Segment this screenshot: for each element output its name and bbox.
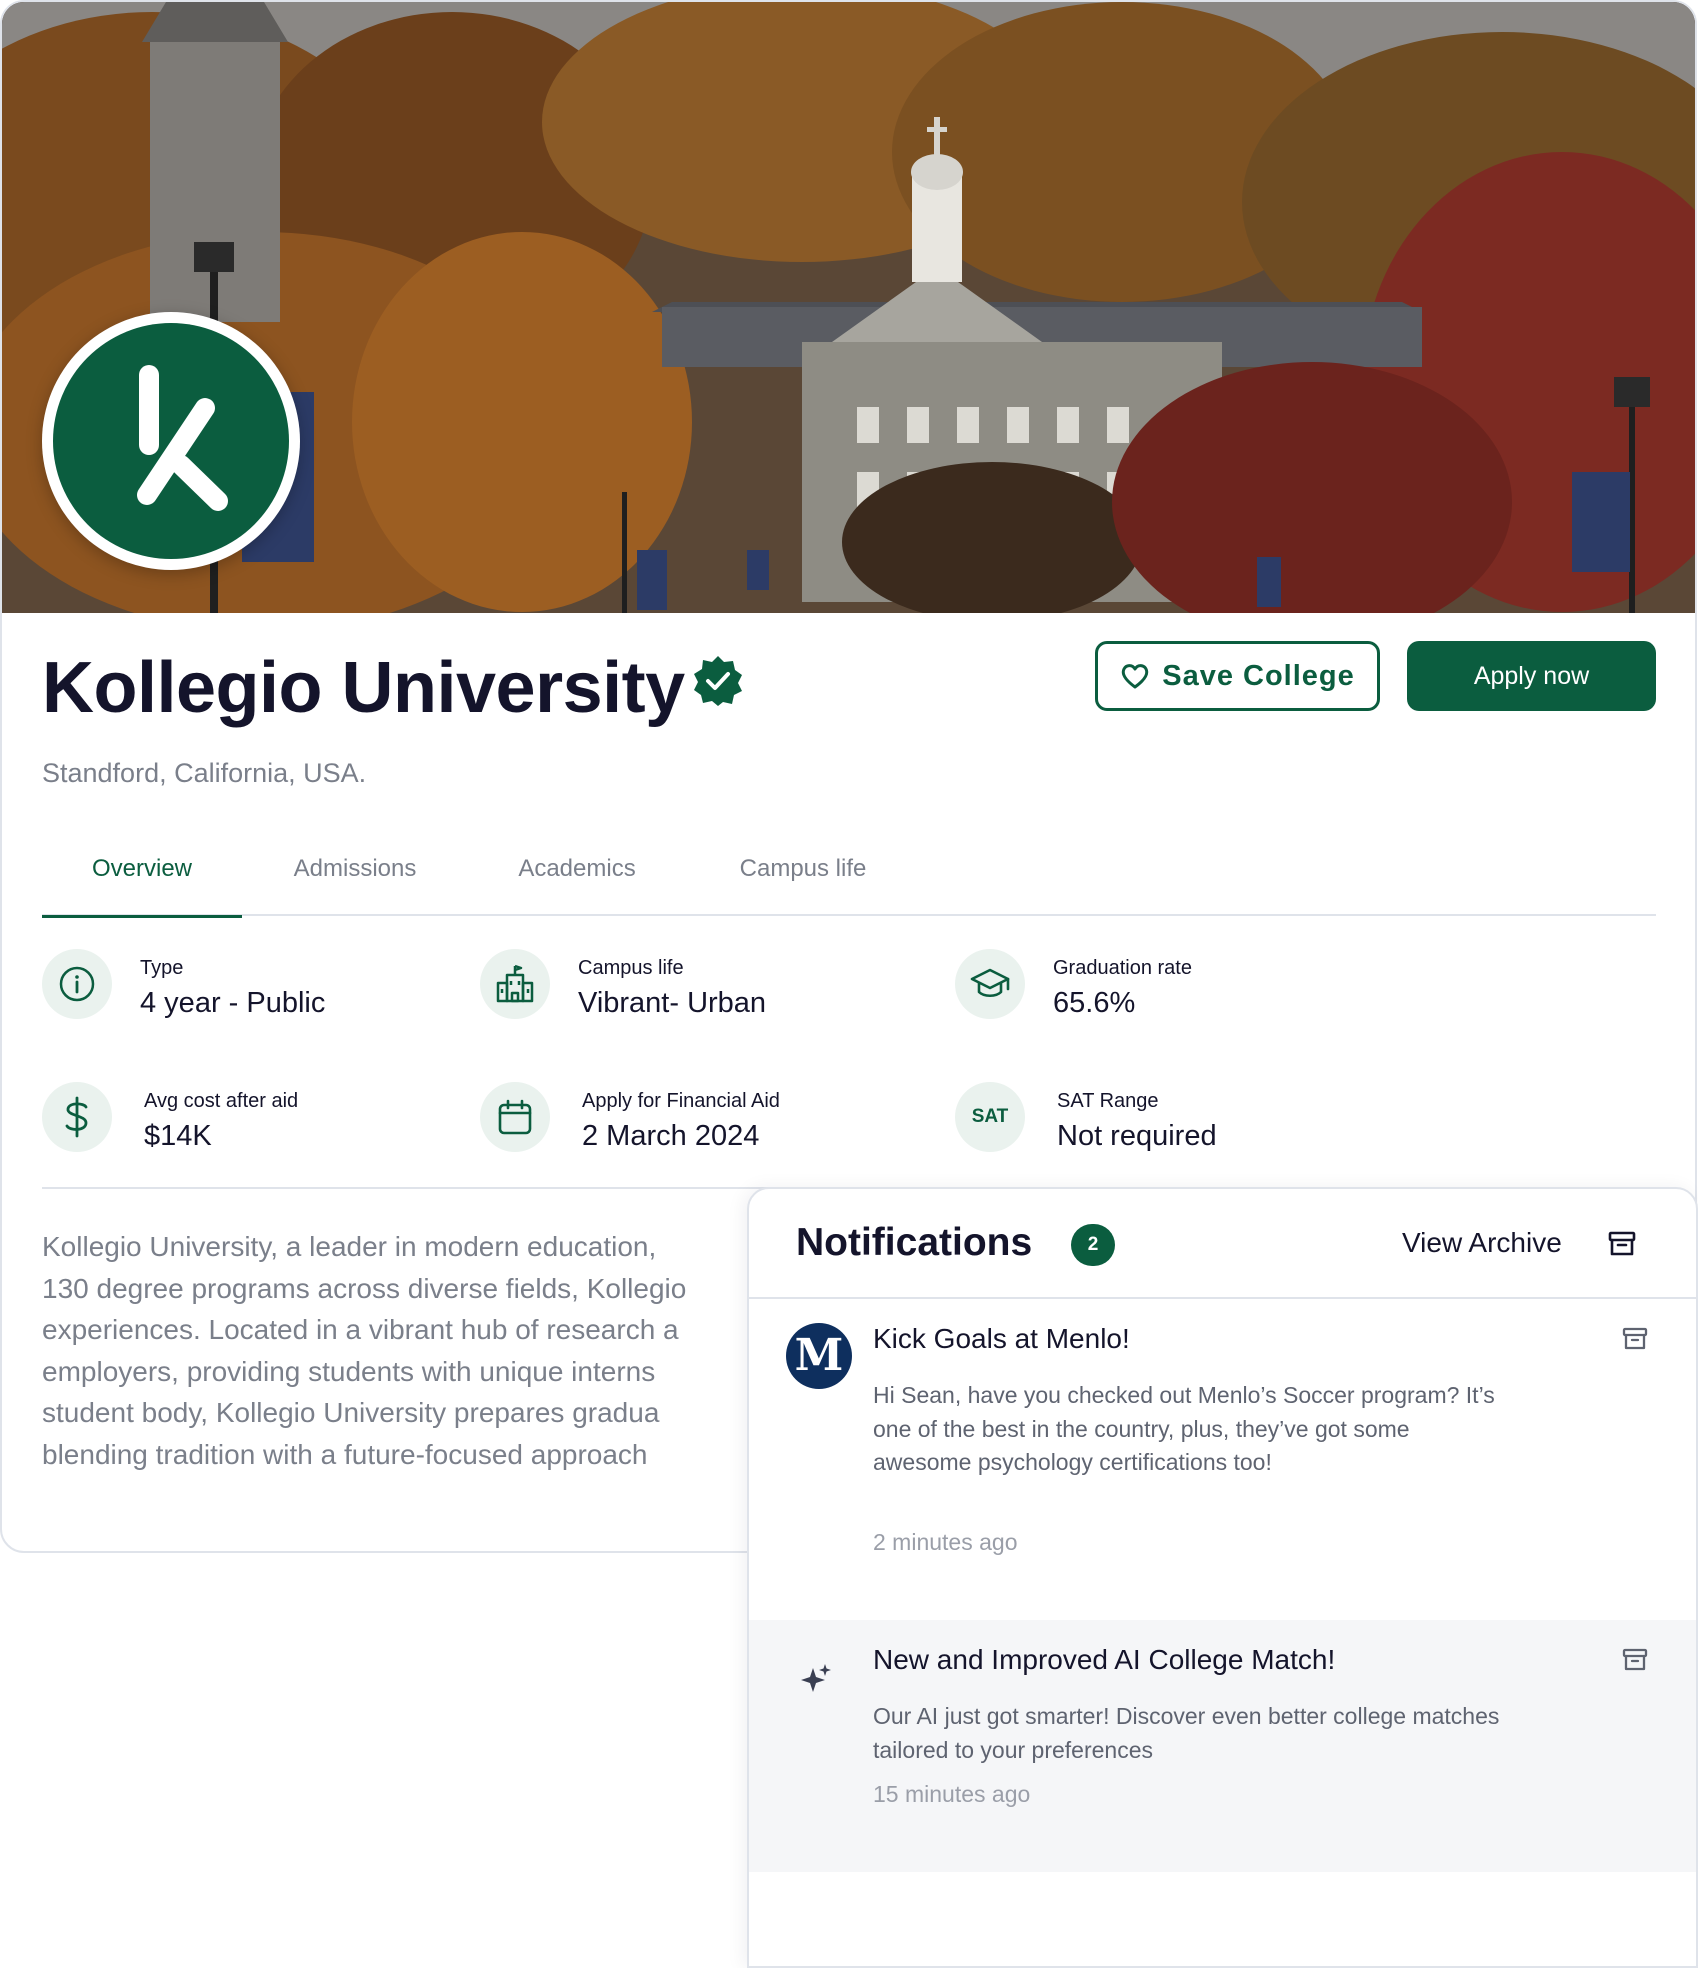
notification-item[interactable]: M Kick Goals at Menlo! Hi Sean, have you… (749, 1299, 1696, 1620)
notification-body: Hi Sean, have you checked out Menlo’s So… (873, 1382, 1495, 1475)
archive-icon[interactable] (1621, 1325, 1649, 1353)
menlo-avatar: M (786, 1323, 852, 1389)
stat-value: Not required (1057, 1120, 1217, 1152)
college-name: Kollegio University (42, 648, 685, 728)
stat-avg-cost: Avg cost after aid $14K (42, 1082, 298, 1153)
college-logo (42, 312, 300, 570)
notification-body: Our AI just got smarter! Discover even b… (873, 1703, 1500, 1763)
apply-now-button[interactable]: Apply now (1407, 641, 1656, 711)
graduation-cap-icon (955, 949, 1025, 1019)
stat-value: 2 March 2024 (582, 1120, 760, 1152)
campus-building-icon (480, 949, 550, 1019)
notification-time: 15 minutes ago (873, 1781, 1031, 1807)
dollar-icon (42, 1082, 112, 1152)
sparkle-icon (801, 1664, 831, 1692)
stat-type: Type 4 year - Public (42, 949, 325, 1020)
notifications-panel: Notifications 2 View Archive M Kick Goal… (747, 1187, 1698, 1968)
save-college-label: Save College (1162, 659, 1355, 692)
notifications-count-badge: 2 (1071, 1224, 1115, 1266)
notification-title: Kick Goals at Menlo! (873, 1323, 1130, 1354)
archive-icon[interactable] (1621, 1646, 1649, 1674)
tab-overview[interactable]: Overview (42, 822, 242, 918)
stat-value: $14K (144, 1120, 212, 1152)
notification-time: 2 minutes ago (873, 1529, 1018, 1555)
stat-value: 65.6% (1053, 987, 1136, 1019)
stat-campus-life: Campus life Vibrant- Urban (480, 949, 766, 1020)
college-title-row: Kollegio University (42, 652, 685, 724)
notification-title: New and Improved AI College Match! (873, 1644, 1336, 1675)
verified-badge-icon (694, 656, 742, 706)
tab-academics[interactable]: Academics (468, 822, 686, 916)
stat-label: Apply for Financial Aid (582, 1090, 780, 1112)
heart-icon (1122, 664, 1149, 689)
info-icon (42, 949, 112, 1019)
calendar-icon (480, 1082, 550, 1152)
tab-campus-life[interactable]: Campus life (686, 822, 920, 916)
notifications-title: Notifications (796, 1221, 1033, 1264)
archive-icon[interactable] (1607, 1229, 1637, 1259)
notifications-header: Notifications 2 View Archive (749, 1189, 1696, 1299)
stat-graduation-rate: Graduation rate 65.6% (955, 949, 1192, 1020)
save-college-button[interactable]: Save College (1095, 641, 1380, 711)
college-tabs: Overview Admissions Academics Campus lif… (42, 822, 1656, 918)
stat-label: Type (140, 957, 184, 979)
kollegio-logo-icon (137, 365, 228, 511)
avatar-letter: M (794, 1330, 844, 1381)
view-archive-link[interactable]: View Archive (1402, 1227, 1562, 1259)
stat-value: Vibrant- Urban (578, 987, 767, 1019)
stat-label: Graduation rate (1053, 957, 1192, 979)
stat-financial-aid: Apply for Financial Aid 2 March 2024 (480, 1082, 780, 1153)
notification-item[interactable]: New and Improved AI College Match! Our A… (749, 1620, 1696, 1872)
college-location: Standford, California, USA. (42, 758, 367, 788)
tab-admissions[interactable]: Admissions (242, 822, 468, 916)
stat-label: SAT Range (1057, 1090, 1159, 1112)
stat-sat-range: SAT SAT Range Not required (955, 1082, 1217, 1153)
stat-value: 4 year - Public (140, 987, 326, 1019)
kollegio-logo-mark (53, 323, 289, 559)
sat-badge: SAT (955, 1082, 1025, 1152)
stat-label: Avg cost after aid (144, 1090, 299, 1112)
stat-label: Campus life (578, 957, 684, 979)
sat-badge-text: SAT (971, 1106, 1009, 1127)
